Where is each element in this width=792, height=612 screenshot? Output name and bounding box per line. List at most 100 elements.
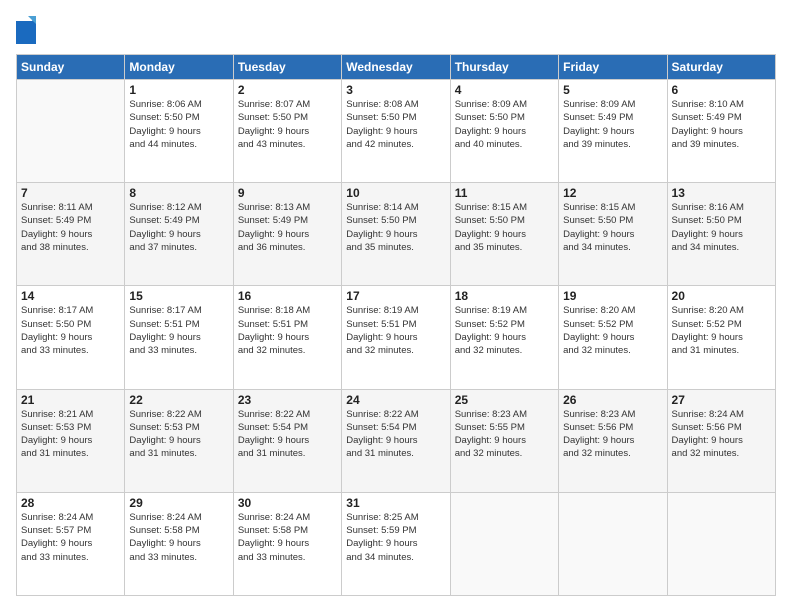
calendar-cell: 2Sunrise: 8:07 AMSunset: 5:50 PMDaylight… xyxy=(233,80,341,183)
cell-info: Sunrise: 8:22 AMSunset: 5:53 PMDaylight:… xyxy=(129,408,228,461)
calendar-cell: 31Sunrise: 8:25 AMSunset: 5:59 PMDayligh… xyxy=(342,492,450,595)
cell-info: Sunrise: 8:16 AMSunset: 5:50 PMDaylight:… xyxy=(672,201,771,254)
calendar-week-3: 14Sunrise: 8:17 AMSunset: 5:50 PMDayligh… xyxy=(17,286,776,389)
calendar-cell: 12Sunrise: 8:15 AMSunset: 5:50 PMDayligh… xyxy=(559,183,667,286)
calendar-week-2: 7Sunrise: 8:11 AMSunset: 5:49 PMDaylight… xyxy=(17,183,776,286)
day-number: 13 xyxy=(672,186,771,200)
calendar-table: SundayMondayTuesdayWednesdayThursdayFrid… xyxy=(16,54,776,596)
day-header-tuesday: Tuesday xyxy=(233,55,341,80)
cell-info: Sunrise: 8:21 AMSunset: 5:53 PMDaylight:… xyxy=(21,408,120,461)
cell-info: Sunrise: 8:18 AMSunset: 5:51 PMDaylight:… xyxy=(238,304,337,357)
calendar-body: 1Sunrise: 8:06 AMSunset: 5:50 PMDaylight… xyxy=(17,80,776,596)
calendar-cell: 3Sunrise: 8:08 AMSunset: 5:50 PMDaylight… xyxy=(342,80,450,183)
day-number: 20 xyxy=(672,289,771,303)
day-number: 4 xyxy=(455,83,554,97)
calendar-cell: 1Sunrise: 8:06 AMSunset: 5:50 PMDaylight… xyxy=(125,80,233,183)
calendar-cell: 19Sunrise: 8:20 AMSunset: 5:52 PMDayligh… xyxy=(559,286,667,389)
cell-info: Sunrise: 8:08 AMSunset: 5:50 PMDaylight:… xyxy=(346,98,445,151)
day-number: 27 xyxy=(672,393,771,407)
logo-icon xyxy=(16,16,36,44)
day-header-thursday: Thursday xyxy=(450,55,558,80)
cell-info: Sunrise: 8:09 AMSunset: 5:49 PMDaylight:… xyxy=(563,98,662,151)
day-header-friday: Friday xyxy=(559,55,667,80)
day-number: 1 xyxy=(129,83,228,97)
calendar-cell: 16Sunrise: 8:18 AMSunset: 5:51 PMDayligh… xyxy=(233,286,341,389)
cell-info: Sunrise: 8:17 AMSunset: 5:51 PMDaylight:… xyxy=(129,304,228,357)
day-number: 26 xyxy=(563,393,662,407)
cell-info: Sunrise: 8:12 AMSunset: 5:49 PMDaylight:… xyxy=(129,201,228,254)
calendar-week-5: 28Sunrise: 8:24 AMSunset: 5:57 PMDayligh… xyxy=(17,492,776,595)
day-header-monday: Monday xyxy=(125,55,233,80)
day-number: 24 xyxy=(346,393,445,407)
calendar-header: SundayMondayTuesdayWednesdayThursdayFrid… xyxy=(17,55,776,80)
day-number: 11 xyxy=(455,186,554,200)
calendar-cell: 10Sunrise: 8:14 AMSunset: 5:50 PMDayligh… xyxy=(342,183,450,286)
cell-info: Sunrise: 8:11 AMSunset: 5:49 PMDaylight:… xyxy=(21,201,120,254)
cell-info: Sunrise: 8:25 AMSunset: 5:59 PMDaylight:… xyxy=(346,511,445,564)
calendar-cell xyxy=(450,492,558,595)
calendar-cell: 15Sunrise: 8:17 AMSunset: 5:51 PMDayligh… xyxy=(125,286,233,389)
cell-info: Sunrise: 8:19 AMSunset: 5:51 PMDaylight:… xyxy=(346,304,445,357)
calendar-cell xyxy=(667,492,775,595)
calendar-cell: 28Sunrise: 8:24 AMSunset: 5:57 PMDayligh… xyxy=(17,492,125,595)
day-header-wednesday: Wednesday xyxy=(342,55,450,80)
cell-info: Sunrise: 8:24 AMSunset: 5:58 PMDaylight:… xyxy=(129,511,228,564)
header-row: SundayMondayTuesdayWednesdayThursdayFrid… xyxy=(17,55,776,80)
calendar-cell: 18Sunrise: 8:19 AMSunset: 5:52 PMDayligh… xyxy=(450,286,558,389)
cell-info: Sunrise: 8:13 AMSunset: 5:49 PMDaylight:… xyxy=(238,201,337,254)
calendar-cell xyxy=(17,80,125,183)
cell-info: Sunrise: 8:22 AMSunset: 5:54 PMDaylight:… xyxy=(346,408,445,461)
day-number: 3 xyxy=(346,83,445,97)
day-number: 23 xyxy=(238,393,337,407)
day-number: 10 xyxy=(346,186,445,200)
day-number: 2 xyxy=(238,83,337,97)
calendar-cell: 5Sunrise: 8:09 AMSunset: 5:49 PMDaylight… xyxy=(559,80,667,183)
calendar-cell: 23Sunrise: 8:22 AMSunset: 5:54 PMDayligh… xyxy=(233,389,341,492)
calendar-week-1: 1Sunrise: 8:06 AMSunset: 5:50 PMDaylight… xyxy=(17,80,776,183)
cell-info: Sunrise: 8:23 AMSunset: 5:56 PMDaylight:… xyxy=(563,408,662,461)
calendar-cell: 7Sunrise: 8:11 AMSunset: 5:49 PMDaylight… xyxy=(17,183,125,286)
cell-info: Sunrise: 8:24 AMSunset: 5:56 PMDaylight:… xyxy=(672,408,771,461)
day-number: 22 xyxy=(129,393,228,407)
calendar-cell: 11Sunrise: 8:15 AMSunset: 5:50 PMDayligh… xyxy=(450,183,558,286)
calendar-cell: 6Sunrise: 8:10 AMSunset: 5:49 PMDaylight… xyxy=(667,80,775,183)
calendar-cell: 21Sunrise: 8:21 AMSunset: 5:53 PMDayligh… xyxy=(17,389,125,492)
day-number: 19 xyxy=(563,289,662,303)
header xyxy=(16,16,776,44)
calendar-cell: 25Sunrise: 8:23 AMSunset: 5:55 PMDayligh… xyxy=(450,389,558,492)
calendar-cell: 24Sunrise: 8:22 AMSunset: 5:54 PMDayligh… xyxy=(342,389,450,492)
day-number: 5 xyxy=(563,83,662,97)
logo xyxy=(16,16,40,44)
calendar-cell: 4Sunrise: 8:09 AMSunset: 5:50 PMDaylight… xyxy=(450,80,558,183)
day-number: 17 xyxy=(346,289,445,303)
page: SundayMondayTuesdayWednesdayThursdayFrid… xyxy=(0,0,792,612)
cell-info: Sunrise: 8:15 AMSunset: 5:50 PMDaylight:… xyxy=(563,201,662,254)
calendar-cell: 29Sunrise: 8:24 AMSunset: 5:58 PMDayligh… xyxy=(125,492,233,595)
calendar-cell: 9Sunrise: 8:13 AMSunset: 5:49 PMDaylight… xyxy=(233,183,341,286)
day-number: 28 xyxy=(21,496,120,510)
cell-info: Sunrise: 8:24 AMSunset: 5:57 PMDaylight:… xyxy=(21,511,120,564)
cell-info: Sunrise: 8:06 AMSunset: 5:50 PMDaylight:… xyxy=(129,98,228,151)
calendar-cell: 14Sunrise: 8:17 AMSunset: 5:50 PMDayligh… xyxy=(17,286,125,389)
calendar-week-4: 21Sunrise: 8:21 AMSunset: 5:53 PMDayligh… xyxy=(17,389,776,492)
calendar-cell: 17Sunrise: 8:19 AMSunset: 5:51 PMDayligh… xyxy=(342,286,450,389)
cell-info: Sunrise: 8:14 AMSunset: 5:50 PMDaylight:… xyxy=(346,201,445,254)
cell-info: Sunrise: 8:24 AMSunset: 5:58 PMDaylight:… xyxy=(238,511,337,564)
cell-info: Sunrise: 8:20 AMSunset: 5:52 PMDaylight:… xyxy=(672,304,771,357)
day-header-saturday: Saturday xyxy=(667,55,775,80)
day-number: 29 xyxy=(129,496,228,510)
cell-info: Sunrise: 8:17 AMSunset: 5:50 PMDaylight:… xyxy=(21,304,120,357)
calendar-cell xyxy=(559,492,667,595)
day-number: 15 xyxy=(129,289,228,303)
day-number: 12 xyxy=(563,186,662,200)
calendar-cell: 22Sunrise: 8:22 AMSunset: 5:53 PMDayligh… xyxy=(125,389,233,492)
day-number: 9 xyxy=(238,186,337,200)
calendar-cell: 8Sunrise: 8:12 AMSunset: 5:49 PMDaylight… xyxy=(125,183,233,286)
day-number: 31 xyxy=(346,496,445,510)
calendar-cell: 20Sunrise: 8:20 AMSunset: 5:52 PMDayligh… xyxy=(667,286,775,389)
calendar-cell: 26Sunrise: 8:23 AMSunset: 5:56 PMDayligh… xyxy=(559,389,667,492)
day-header-sunday: Sunday xyxy=(17,55,125,80)
cell-info: Sunrise: 8:20 AMSunset: 5:52 PMDaylight:… xyxy=(563,304,662,357)
day-number: 7 xyxy=(21,186,120,200)
day-number: 6 xyxy=(672,83,771,97)
